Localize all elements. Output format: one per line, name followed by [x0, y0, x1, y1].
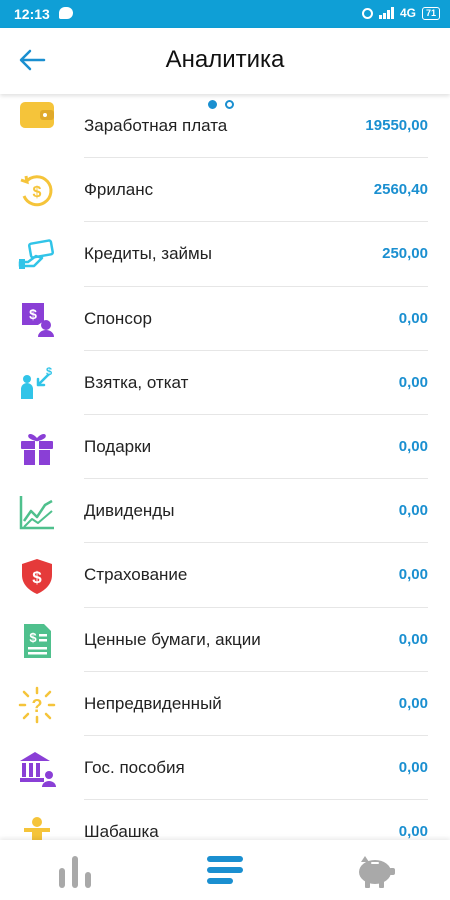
category-amount: 19550,00	[365, 117, 428, 134]
status-time: 12:13	[14, 6, 50, 22]
category-amount: 0,00	[398, 694, 428, 712]
page-title: Аналитика	[165, 46, 285, 73]
alarm-icon	[361, 7, 373, 19]
list-item[interactable]: Подарки 0,00	[0, 415, 450, 480]
dollar-cycle-icon: $	[20, 175, 53, 207]
message-notification-icon	[59, 7, 73, 19]
svg-text:$: $	[32, 568, 42, 587]
category-label: Страхование	[84, 565, 188, 585]
money-hand-icon	[18, 239, 54, 270]
category-label: Спонсор	[84, 308, 152, 328]
bribe-icon: $	[21, 366, 52, 399]
page-dot[interactable]	[225, 100, 234, 109]
svg-text:$: $	[29, 630, 37, 645]
signal-icon	[378, 7, 394, 19]
status-icons: 4G 71	[361, 6, 440, 20]
category-label: Шабашка	[84, 822, 159, 840]
list-item[interactable]: Гос. пособия 0,00	[0, 736, 450, 801]
category-amount: 0,00	[398, 502, 428, 520]
list-item[interactable]: $ Взятка, откат 0,00	[0, 351, 450, 415]
category-amount: 0,00	[398, 566, 428, 584]
question-burst-icon: ?	[18, 686, 56, 723]
sponsor-icon: $	[22, 302, 54, 337]
shield-dollar-icon: $	[22, 559, 52, 595]
category-label: Дивиденды	[84, 501, 175, 521]
piggy-bank-icon[interactable]	[345, 850, 405, 890]
category-amount: 0,00	[398, 309, 428, 327]
document-dollar-icon: $	[24, 623, 51, 658]
category-label: Непредвиденный	[84, 693, 222, 713]
category-label: Заработная плата	[84, 116, 228, 135]
page-indicator	[208, 100, 234, 109]
wallet-icon	[20, 102, 54, 128]
category-label: Фриланс	[84, 180, 154, 200]
svg-text:?: ?	[32, 696, 43, 716]
list-item[interactable]: ? Непредвиденный 0,00	[0, 672, 450, 736]
category-amount: 0,00	[398, 437, 428, 455]
category-amount: 0,00	[398, 758, 428, 776]
svg-text:$: $	[29, 306, 37, 322]
list-item[interactable]: Кредиты, займы 250,00	[0, 222, 450, 287]
svg-text:$: $	[33, 184, 42, 201]
page-dot-active[interactable]	[208, 100, 217, 109]
category-label: Ценные бумаги, акции	[84, 629, 261, 649]
income-category-list: Заработная плата 19550,00 $ Фриланс 2560…	[0, 94, 450, 840]
list-icon[interactable]	[195, 850, 255, 890]
chart-growth-icon	[19, 496, 54, 530]
gift-icon	[21, 433, 53, 465]
worker-icon	[24, 817, 50, 840]
svg-text:$: $	[46, 366, 52, 378]
status-bar: 12:13 4G 71	[0, 0, 450, 28]
list-item[interactable]: Шабашка 0,00	[0, 800, 450, 840]
bank-icon	[20, 751, 56, 787]
category-label: Кредиты, займы	[84, 244, 212, 264]
list-item[interactable]: $ Страхование 0,00	[0, 543, 450, 608]
list-item[interactable]: Дивиденды 0,00	[0, 479, 450, 544]
battery-icon: 71	[421, 6, 440, 20]
category-amount: 0,00	[398, 823, 428, 840]
battery-level: 71	[425, 7, 436, 18]
category-amount: 0,00	[398, 630, 428, 648]
category-label: Гос. пособия	[84, 757, 185, 777]
category-label: Подарки	[84, 436, 152, 456]
category-amount: 250,00	[382, 245, 428, 263]
network-type: 4G	[399, 6, 416, 20]
bar-chart-icon[interactable]	[45, 850, 105, 890]
category-label: Взятка, откат	[84, 372, 189, 392]
list-item[interactable]: $ Ценные бумаги, акции 0,00	[0, 608, 450, 672]
bottom-navigation	[0, 840, 450, 900]
list-item[interactable]: $ Фриланс 2560,40	[0, 158, 450, 223]
category-amount: 0,00	[398, 373, 428, 391]
list-item[interactable]: $ Спонсор 0,00	[0, 287, 450, 351]
category-amount: 2560,40	[373, 181, 428, 199]
app-header: Аналитика	[0, 28, 450, 94]
